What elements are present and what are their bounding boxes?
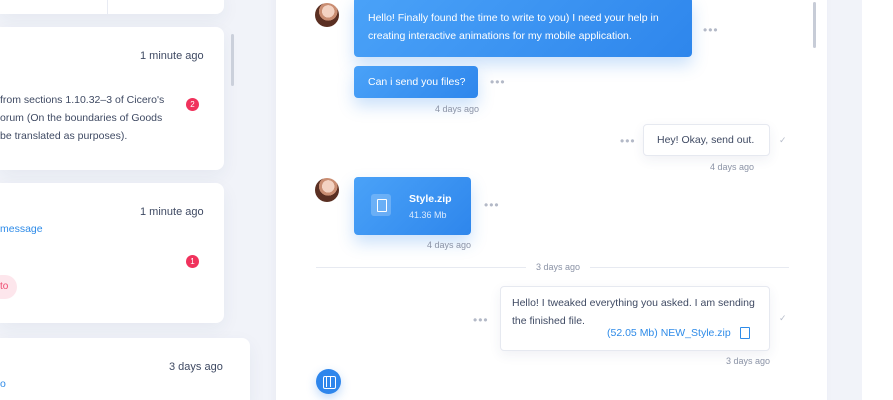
contact-avatar[interactable] xyxy=(315,178,339,202)
date-separator-label: 3 days ago xyxy=(535,262,581,272)
more-dots-icon[interactable]: ••• xyxy=(473,314,489,326)
incoming-message-bubble[interactable]: Can i send you files? xyxy=(354,66,478,98)
film-icon[interactable] xyxy=(316,369,341,394)
conversation-time: 1 minute ago xyxy=(140,50,204,62)
conversation-snippet-line: be translated as purposes). xyxy=(0,130,128,142)
message-text-line: the finished file. xyxy=(512,315,585,327)
outgoing-message-bubble[interactable]: Hey! Okay, send out. xyxy=(643,124,770,156)
message-text-line: creating interactive animations for my m… xyxy=(368,30,632,42)
conversation-card[interactable]: 1 minute ago message 1 to xyxy=(0,183,224,323)
conversation-card-partial[interactable] xyxy=(0,0,224,14)
file-size: 41.36 Mb xyxy=(409,210,447,220)
conversation-time: 1 minute ago xyxy=(140,206,204,218)
file-icon xyxy=(371,194,391,216)
conversation-link[interactable]: o xyxy=(0,378,6,390)
message-text-line: Hello! I tweaked everything you asked. I… xyxy=(512,297,755,309)
date-separator-line xyxy=(316,267,526,268)
contact-avatar[interactable] xyxy=(315,3,339,27)
message-text: Can i send you files? xyxy=(368,76,466,88)
more-dots-icon[interactable]: ••• xyxy=(490,76,506,88)
message-time: 4 days ago xyxy=(435,104,480,114)
date-separator-line xyxy=(590,267,789,268)
message-text: Hey! Okay, send out. xyxy=(657,134,755,146)
message-time: 4 days ago xyxy=(710,162,755,172)
conversation-card[interactable]: 3 days ago o xyxy=(0,338,250,400)
document-icon[interactable] xyxy=(740,327,750,339)
check-icon: ✓ xyxy=(779,135,787,145)
more-dots-icon[interactable]: ••• xyxy=(620,135,636,147)
message-text-line: Hello! Finally found the time to write t… xyxy=(368,12,659,24)
conversation-tag: to xyxy=(0,275,18,299)
more-dots-icon[interactable]: ••• xyxy=(484,199,500,211)
check-icon: ✓ xyxy=(779,313,787,323)
file-message-bubble[interactable]: Style.zip 41.36 Mb xyxy=(354,177,471,235)
conversation-snippet-line: from sections 1.10.32–3 of Cicero's xyxy=(0,94,165,106)
chat-scrollbar[interactable] xyxy=(813,2,816,48)
unread-count-badge: 1 xyxy=(186,255,199,268)
divider xyxy=(107,0,108,14)
conversation-time: 3 days ago xyxy=(169,361,223,373)
message-time: 3 days ago xyxy=(726,356,771,366)
incoming-message-bubble[interactable]: Hello! Finally found the time to write t… xyxy=(354,0,692,57)
conversation-card[interactable]: 1 minute ago from sections 1.10.32–3 of … xyxy=(0,27,224,170)
conversation-snippet-line: orum (On the boundaries of Goods xyxy=(0,112,163,124)
unread-count-badge: 2 xyxy=(186,98,199,111)
conversation-link[interactable]: message xyxy=(0,223,43,235)
right-panel xyxy=(862,0,893,400)
attachment-link[interactable]: (52.05 Mb) NEW_Style.zip xyxy=(607,327,731,339)
message-time: 4 days ago xyxy=(427,240,472,250)
more-dots-icon[interactable]: ••• xyxy=(703,24,719,36)
file-name[interactable]: Style.zip xyxy=(409,193,452,205)
conversation-list-scrollbar[interactable] xyxy=(231,34,234,86)
outgoing-message-bubble[interactable]: Hello! I tweaked everything you asked. I… xyxy=(500,286,770,351)
